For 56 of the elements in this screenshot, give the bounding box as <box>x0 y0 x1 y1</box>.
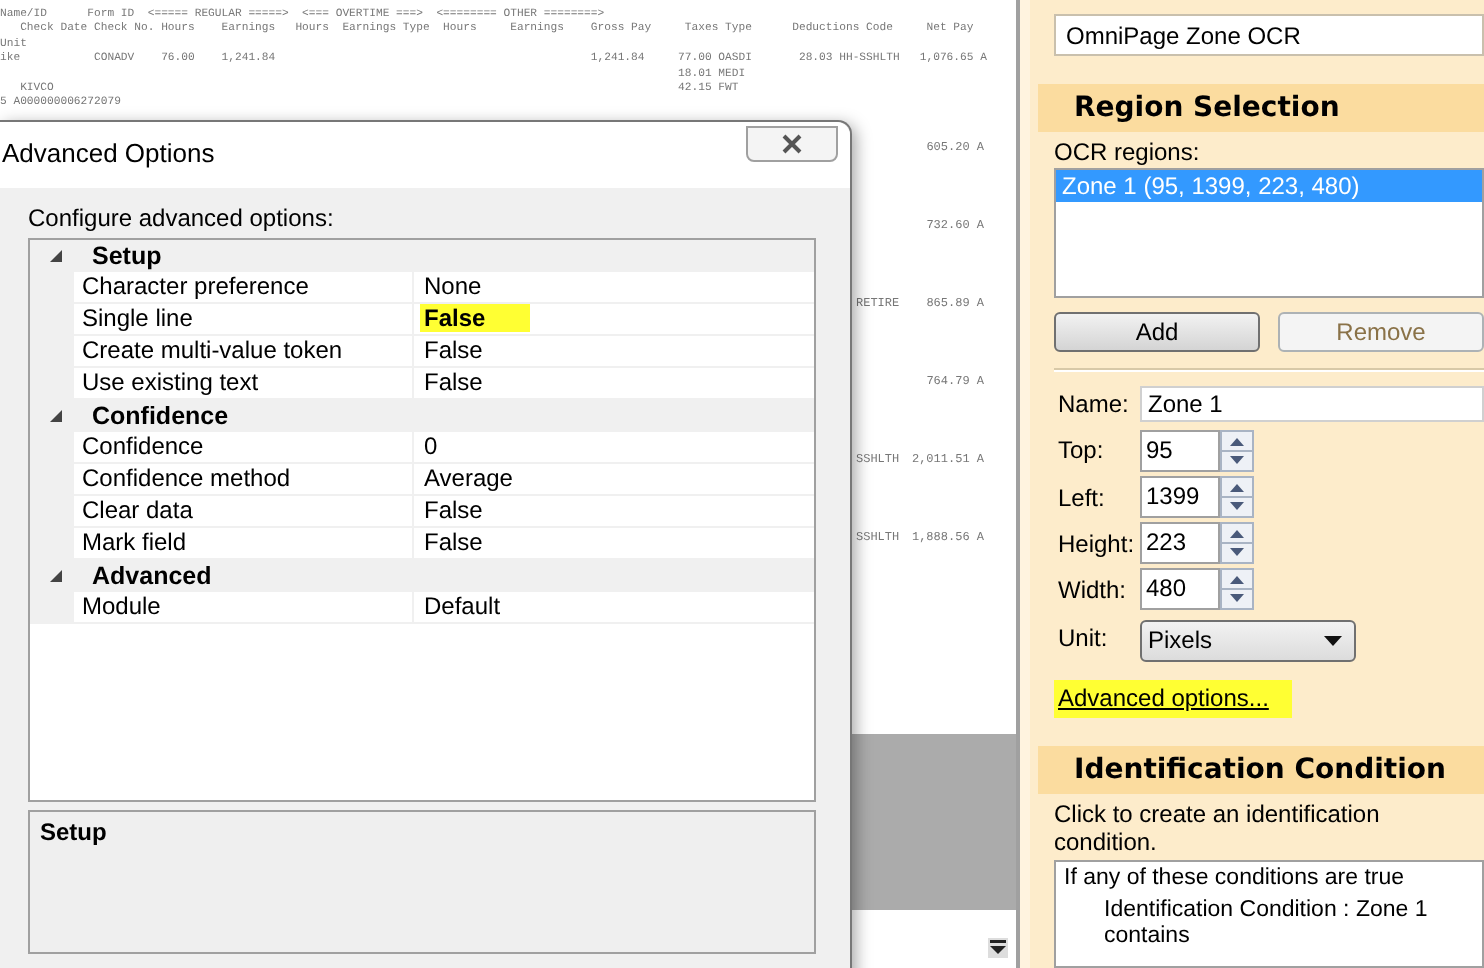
number-input[interactable]: 1399 <box>1140 476 1220 519</box>
property-name[interactable]: Use existing text <box>74 368 414 398</box>
condition-item[interactable]: Identification Condition : Zone 1 contains <box>1064 897 1474 950</box>
spinner-icon[interactable] <box>1220 476 1254 519</box>
engine-field[interactable]: OmniPage Zone OCR <box>1054 14 1484 56</box>
property-value[interactable]: False <box>420 528 487 556</box>
property-name[interactable]: Clear data <box>74 496 414 526</box>
number-input[interactable]: 223 <box>1140 522 1220 565</box>
spinner-icon[interactable] <box>1220 429 1254 472</box>
category-heading: Setup <box>92 242 162 270</box>
property-value[interactable]: None <box>420 272 486 300</box>
property-value[interactable]: Average <box>420 464 517 492</box>
unit-dropdown[interactable]: Pixels <box>1140 619 1356 662</box>
collapse-triangle-icon[interactable] <box>48 408 64 424</box>
caret-icon <box>1324 635 1342 646</box>
property-value[interactable]: Default <box>420 592 505 620</box>
property-name[interactable]: Create multi-value token <box>74 336 414 366</box>
close-icon <box>780 134 804 154</box>
field-label: Height: <box>1058 529 1137 558</box>
property-name[interactable]: Character preference <box>74 272 414 302</box>
section-header: Identification Condition <box>1038 745 1484 794</box>
field-label: Top: <box>1058 436 1106 465</box>
prompt-label: Configure advanced options: <box>28 204 336 232</box>
field-label: Name: <box>1058 390 1131 419</box>
conditions-title: If any of these conditions are true <box>1064 865 1407 890</box>
category-heading: Advanced <box>92 562 212 590</box>
property-value[interactable]: False <box>420 368 487 396</box>
advanced-options-link[interactable]: Advanced options... <box>1054 679 1293 718</box>
property-value[interactable]: False <box>420 336 487 364</box>
section-header: Region Selection <box>1038 84 1484 132</box>
property-value[interactable]: False <box>420 496 487 524</box>
collapse-triangle-icon[interactable] <box>48 568 64 584</box>
description-title: Setup <box>40 818 107 846</box>
close-button[interactable] <box>746 126 838 162</box>
property-name[interactable]: Single line <box>74 304 414 334</box>
name-input[interactable]: Zone 1 <box>1140 386 1484 423</box>
scroll-down-icon[interactable] <box>988 938 1008 958</box>
add-button[interactable]: Add <box>1054 311 1260 352</box>
dialog-title: Advanced Options <box>0 136 215 168</box>
spinner-icon[interactable] <box>1220 522 1254 565</box>
category-heading: Confidence <box>92 402 229 430</box>
collapse-triangle-icon[interactable] <box>48 248 64 264</box>
property-name[interactable]: Confidence <box>74 432 414 462</box>
property-name[interactable]: Confidence method <box>74 464 414 494</box>
regions-label: OCR regions: <box>1054 138 1202 166</box>
field-label: Width: <box>1058 575 1129 604</box>
property-name[interactable]: Mark field <box>74 528 414 558</box>
condition-hint: Click to create an identification condition. <box>1054 799 1382 856</box>
property-value[interactable]: 0 <box>420 432 442 460</box>
number-input[interactable]: 480 <box>1140 568 1220 611</box>
spinner-icon[interactable] <box>1220 568 1254 611</box>
number-input[interactable]: 95 <box>1140 429 1220 472</box>
property-name[interactable]: Module <box>74 592 414 622</box>
property-value[interactable]: False <box>420 304 530 332</box>
field-label: Left: <box>1058 483 1107 512</box>
field-label: Unit: <box>1058 623 1110 652</box>
